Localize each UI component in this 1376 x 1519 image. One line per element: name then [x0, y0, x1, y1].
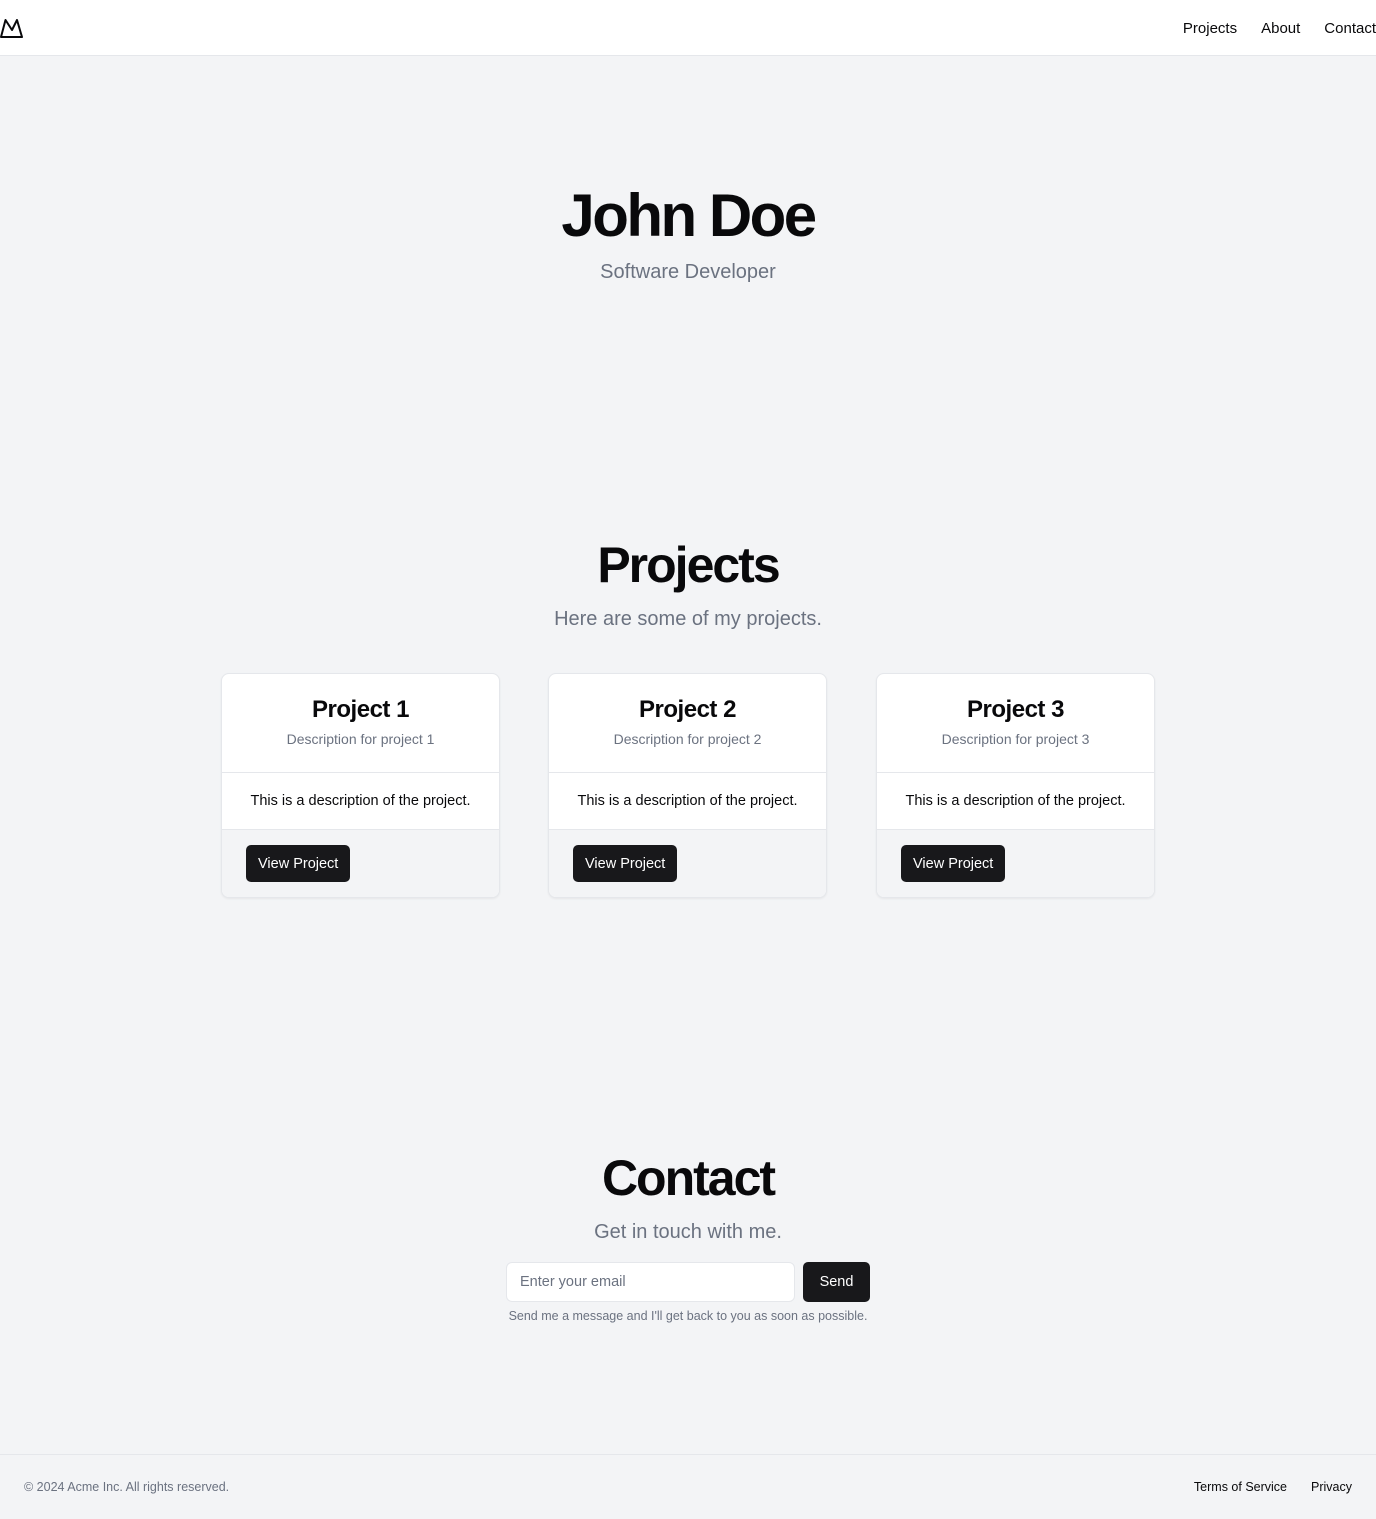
project-title: Project 1 [312, 696, 409, 723]
project-body: This is a description of the project. [250, 793, 471, 809]
project-card: Project 3 Description for project 3 This… [876, 673, 1155, 898]
project-title: Project 3 [967, 696, 1064, 723]
projects-subtitle: Here are some of my projects. [554, 608, 822, 630]
contact-form: Send [506, 1262, 870, 1302]
contact-header: Contact Get in touch with me. [0, 1148, 1376, 1246]
contact-title: Contact [601, 1150, 776, 1206]
project-card-footer: View Project [877, 829, 1154, 897]
project-title: Project 2 [639, 696, 736, 723]
project-card-header: Project 1 Description for project 1 [222, 674, 499, 773]
project-body: This is a description of the project. [577, 793, 798, 809]
hero-role: Software Developer [600, 261, 776, 283]
project-description: Description for project 1 [286, 731, 435, 747]
projects-title: Projects [597, 537, 780, 593]
nav-contact-link[interactable]: Contact [1324, 20, 1376, 37]
view-project-button[interactable]: View Project [573, 845, 678, 882]
email-input[interactable] [506, 1262, 795, 1302]
project-body: This is a description of the project. [905, 793, 1126, 809]
copyright-text: © 2024 Acme Inc. All rights reserved. [24, 1480, 230, 1494]
project-card-footer: View Project [222, 829, 499, 897]
project-card-header: Project 2 Description for project 2 [549, 674, 826, 773]
projects-header: Projects Here are some of my projects. [0, 535, 1376, 633]
contact-note: Send me a message and I'll get back to y… [508, 1309, 868, 1323]
hero-section: John Doe Software Developer [0, 180, 1376, 286]
view-project-button[interactable]: View Project [246, 845, 351, 882]
contact-subtitle: Get in touch with me. [594, 1221, 782, 1243]
project-card: Project 2 Description for project 2 This… [548, 673, 827, 898]
project-description: Description for project 3 [941, 731, 1090, 747]
project-card-header: Project 3 Description for project 3 [877, 674, 1154, 773]
privacy-link[interactable]: Privacy [1311, 1480, 1352, 1494]
hero-name: John Doe [561, 182, 817, 249]
nav-projects-link[interactable]: Projects [1183, 20, 1237, 37]
project-card-footer: View Project [549, 829, 826, 897]
send-button[interactable]: Send [803, 1262, 870, 1302]
project-card: Project 1 Description for project 1 This… [221, 673, 500, 898]
view-project-button[interactable]: View Project [901, 845, 1006, 882]
nav-about-link[interactable]: About [1261, 20, 1300, 37]
footer-links: Terms of Service Privacy [1194, 1480, 1352, 1494]
projects-grid: Project 1 Description for project 1 This… [221, 673, 1155, 898]
site-header: Projects About Contact [0, 0, 1376, 56]
main-nav: Projects About Contact [1183, 0, 1376, 56]
terms-link[interactable]: Terms of Service [1194, 1480, 1287, 1494]
site-footer: © 2024 Acme Inc. All rights reserved. Te… [0, 1454, 1376, 1519]
mountain-icon[interactable] [0, 16, 24, 40]
project-description: Description for project 2 [613, 731, 762, 747]
